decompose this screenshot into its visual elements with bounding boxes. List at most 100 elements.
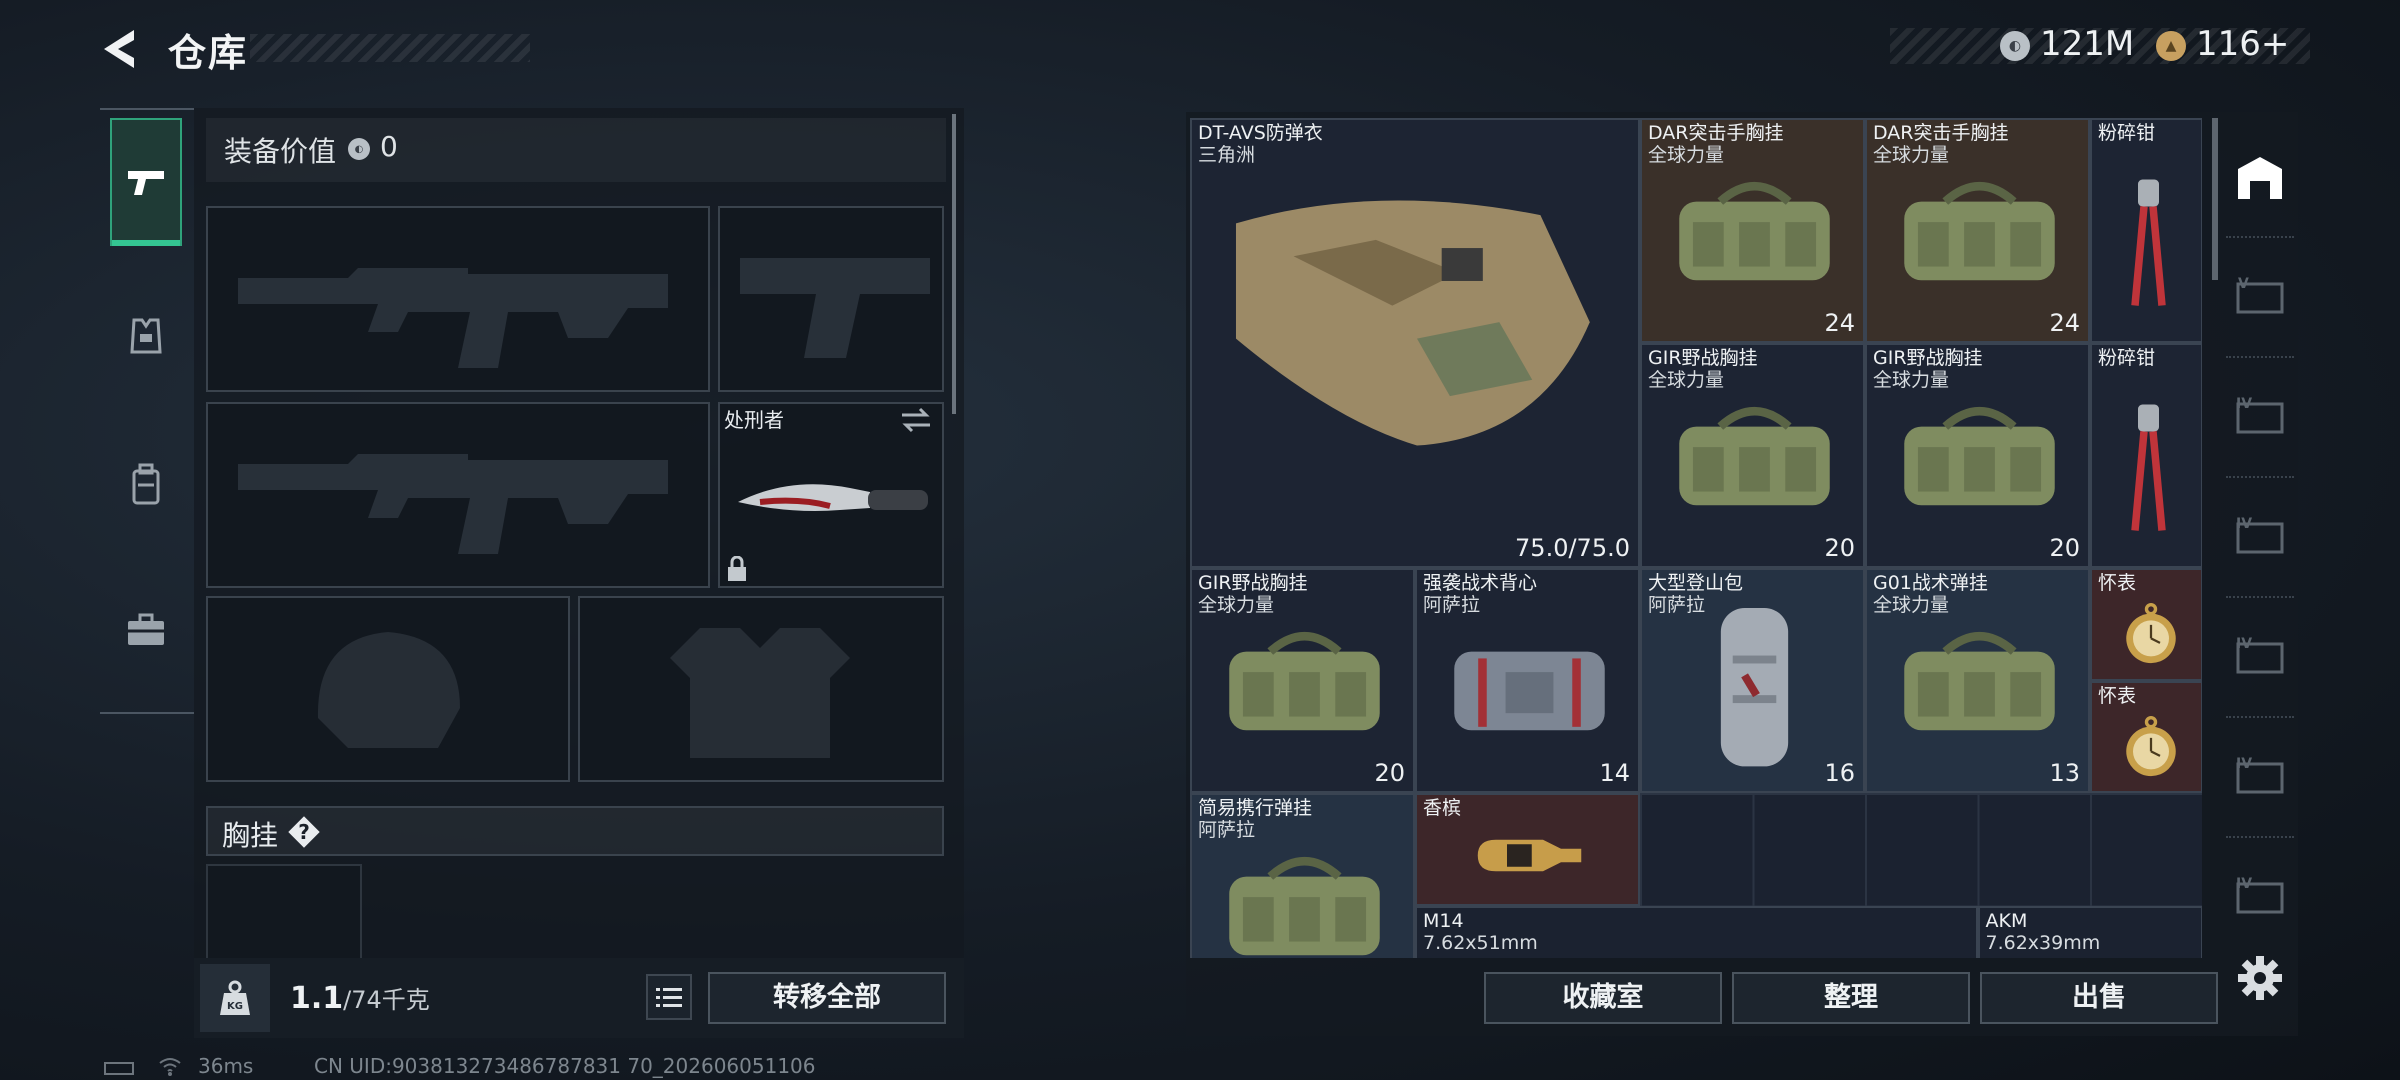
storage-item[interactable]: M14 7.62x51mm xyxy=(1415,905,1978,958)
backpack-icon xyxy=(132,463,160,505)
pocket-watch-icon xyxy=(2125,603,2176,664)
storage-item[interactable]: 怀表 xyxy=(2090,568,2202,681)
pistol-silhouette-icon xyxy=(740,258,930,358)
collection-room-button[interactable]: 收藏室 xyxy=(1484,972,1722,1024)
tab-container-4a[interactable]: IV xyxy=(2232,388,2288,444)
item-count-value: 20 xyxy=(1824,534,1855,562)
chest-rig-icon xyxy=(1904,181,2055,280)
tab-container-5[interactable]: V xyxy=(2232,268,2288,324)
container-iv-icon: IV xyxy=(2236,756,2284,794)
item-subtitle: 三角洲 xyxy=(1198,144,1256,166)
item-name: GIR野战胸挂 xyxy=(1873,347,1983,369)
transfer-all-button[interactable]: 转移全部 xyxy=(708,972,946,1024)
hafu-coin-icon: ◐ xyxy=(2000,31,2030,61)
weight-icon: KG xyxy=(200,964,270,1032)
storage-item[interactable]: 粉碎钳 xyxy=(2090,343,2202,568)
container-iv-icon: IV xyxy=(2236,516,2284,554)
storage-item[interactable]: G01战术弹挂 全球力量 13 xyxy=(1865,568,2090,793)
storage-item[interactable]: 香槟 xyxy=(1415,793,1640,906)
page-title: 仓库 xyxy=(168,31,249,75)
carry-weight: 1.1/74千克 xyxy=(290,980,430,1016)
storage-item[interactable]: 怀表 xyxy=(2090,680,2202,793)
primary-weapon-slot[interactable] xyxy=(206,206,710,392)
storage-item[interactable]: 强袭战术背心 阿萨拉 14 xyxy=(1415,568,1640,793)
storage-item[interactable]: 粉碎钳 xyxy=(2090,118,2202,343)
points-amount[interactable]: 116+ xyxy=(2196,24,2289,64)
chest-rig-icon xyxy=(1679,406,1830,505)
equipment-value-label: 装备价值 xyxy=(224,135,337,168)
knife-icon xyxy=(738,484,928,511)
sort-button[interactable]: 整理 xyxy=(1732,972,1970,1024)
chest-rig-slot[interactable] xyxy=(206,864,362,964)
storage-item[interactable]: DAR突击手胸挂 全球力量 24 xyxy=(1865,118,2090,343)
list-view-button[interactable] xyxy=(646,974,692,1020)
item-count: 24 xyxy=(2049,309,2080,337)
item-subtitle: 全球力量 xyxy=(1873,369,1950,391)
storage-item[interactable]: AKM 7.62x39mm xyxy=(1977,905,2202,958)
vest-silhouette-icon xyxy=(670,628,850,758)
tab-armor[interactable] xyxy=(110,272,182,400)
helmet-slot[interactable] xyxy=(206,596,570,782)
tab-container-4d[interactable]: IV xyxy=(2232,748,2288,804)
tab-container-4c[interactable]: IV xyxy=(2232,628,2288,684)
armor-slot[interactable] xyxy=(578,596,944,782)
storage-item[interactable]: DT-AVS防弹衣 三角洲 75.0/75.0 xyxy=(1190,118,1640,568)
armor-icon xyxy=(130,318,162,354)
svg-text:IV: IV xyxy=(2236,636,2252,652)
scrollbar[interactable] xyxy=(952,114,956,414)
tab-storage-home[interactable] xyxy=(2232,150,2288,206)
storage-item[interactable]: GIR野战胸挂 全球力量 20 xyxy=(1640,343,1865,568)
tab-container-4e[interactable]: IV xyxy=(2232,868,2288,924)
rifle-silhouette-icon xyxy=(238,268,668,368)
container-iv-icon: IV xyxy=(2236,636,2284,674)
tab-container-4b[interactable]: IV xyxy=(2232,508,2288,564)
tab-weapons[interactable] xyxy=(110,118,182,246)
pistol-slot[interactable] xyxy=(718,206,944,392)
briefcase-icon xyxy=(128,613,164,645)
back-arrow-icon[interactable] xyxy=(100,28,142,70)
gear-icon[interactable] xyxy=(2236,954,2284,1002)
title-decoration xyxy=(250,34,530,62)
champagne-icon xyxy=(1477,840,1582,872)
svg-text:V: V xyxy=(2238,276,2249,292)
svg-text:IV: IV xyxy=(2236,876,2252,892)
item-subtitle: 7.62x39mm xyxy=(1985,931,2101,954)
item-count: 16 xyxy=(1824,759,1855,787)
tab-case[interactable] xyxy=(110,566,182,694)
item-count: 24 xyxy=(1824,309,1855,337)
storage-item[interactable]: DAR突击手胸挂 全球力量 24 xyxy=(1640,118,1865,343)
rifle-silhouette-icon xyxy=(238,454,668,554)
storage-item[interactable]: 简易携行弹挂阿萨拉10 xyxy=(1190,793,1415,958)
wifi-icon xyxy=(159,1058,181,1076)
item-count-value: 16 xyxy=(1824,759,1855,787)
item-count: 75.0/75.0 xyxy=(1515,534,1630,562)
tab-backpack[interactable] xyxy=(110,420,182,548)
item-subtitle: 全球力量 xyxy=(1873,144,1950,166)
chest-rig-icon xyxy=(1679,181,1830,280)
item-count-value: 13 xyxy=(2049,759,2080,787)
weight-capacity: /74千克 xyxy=(343,986,430,1014)
uid-text: CN UID:903813273486787831 70_20260605110… xyxy=(314,1054,816,1078)
armor-vest-icon xyxy=(1235,200,1590,446)
storage-item[interactable]: 大型登山包 阿萨拉 16 xyxy=(1640,568,1865,793)
secondary-weapon-slot[interactable] xyxy=(206,402,710,588)
container-iv-icon: IV xyxy=(2236,396,2284,434)
item-name: 粉碎钳 xyxy=(2098,122,2156,144)
storage-item[interactable]: GIR野战胸挂 全球力量 20 xyxy=(1865,343,2090,568)
money-amount[interactable]: 121M xyxy=(2040,24,2134,64)
scrollbar[interactable] xyxy=(2212,118,2218,280)
item-name: 简易携行弹挂 xyxy=(1198,797,1313,819)
melee-name: 处刑者 xyxy=(724,408,784,432)
storage-item[interactable]: GIR野战胸挂 全球力量 20 xyxy=(1190,568,1415,793)
help-icon[interactable]: ? xyxy=(288,816,320,848)
chest-rig-icon xyxy=(1229,631,1380,730)
item-count: 13 xyxy=(2049,759,2080,787)
item-name: 大型登山包 xyxy=(1648,572,1744,594)
item-count-value: 75.0/75.0 xyxy=(1515,534,1630,562)
swap-icon[interactable] xyxy=(900,406,932,434)
item-name: 强袭战术背心 xyxy=(1423,572,1538,594)
item-name: DAR突击手胸挂 xyxy=(1648,122,1784,144)
sell-button[interactable]: 出售 xyxy=(1980,972,2218,1024)
item-count-value: 20 xyxy=(1374,759,1405,787)
item-subtitle: 全球力量 xyxy=(1198,594,1275,616)
